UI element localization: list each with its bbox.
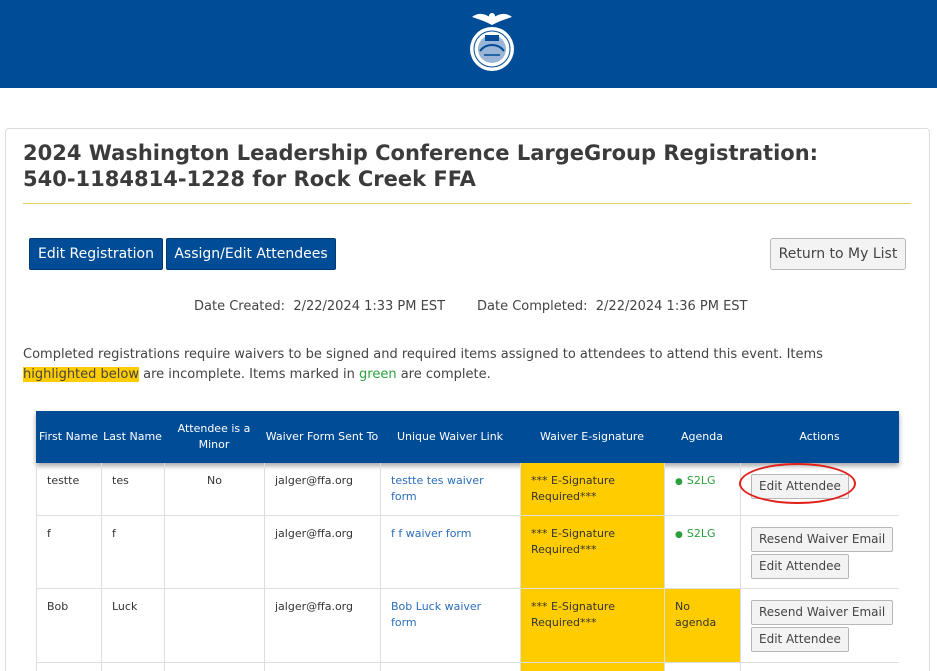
edit-attendee-button[interactable]: Edit Attendee xyxy=(751,474,849,499)
header-banner xyxy=(0,0,937,88)
return-to-list-button[interactable]: Return to My List xyxy=(770,238,906,270)
column-header-minor: Attendee is a Minor xyxy=(177,422,251,451)
cell-actions: Resend Waiver Email Edit Attendee xyxy=(740,516,899,588)
date-created-label: Date Created: xyxy=(194,299,286,314)
cell-minor xyxy=(164,663,264,671)
highlight-legend: highlighted below xyxy=(23,367,139,382)
column-header-esignature: Waiver E-signature xyxy=(539,430,644,443)
cell-agenda: No agenda xyxy=(664,589,740,662)
edit-registration-button[interactable]: Edit Registration xyxy=(29,238,163,270)
page-title: 2024 Washington Leadership Conference La… xyxy=(23,141,819,191)
assign-edit-attendees-button[interactable]: Assign/Edit Attendees xyxy=(166,238,336,270)
edit-attendee-button[interactable]: Edit Attendee xyxy=(751,627,849,652)
cell-first-name: testte xyxy=(36,463,101,515)
cell-esignature-status: *** E-Signature Required*** xyxy=(520,589,664,662)
cell-actions: Resend Waiver Email Edit Attendee xyxy=(740,589,899,662)
title-divider xyxy=(23,203,911,204)
cell-last-name: tes xyxy=(101,463,164,515)
completion-notice: Completed registrations require waivers … xyxy=(23,347,823,382)
green-legend: green xyxy=(359,367,397,382)
cell-agenda xyxy=(664,663,740,671)
cell-esignature-status xyxy=(520,663,664,671)
column-header-first-name: First Name xyxy=(38,430,99,443)
cell-first-name: Bob xyxy=(36,589,101,662)
cell-waiver-sent-to: jalger@ffa.org xyxy=(264,516,380,588)
resend-waiver-email-button[interactable]: Resend Waiver Email xyxy=(751,527,894,552)
cell-waiver-sent-to: jalger@ffa.org xyxy=(264,589,380,662)
ffa-emblem-icon xyxy=(470,13,514,71)
agenda-item: ● S2LG xyxy=(675,527,716,540)
cell-agenda: ● S2LG xyxy=(664,463,740,515)
column-header-waiver-sent-to: Waiver Form Sent To xyxy=(265,430,379,443)
cell-waiver-sent-to xyxy=(264,663,380,671)
date-created-value: 2/22/2024 1:33 PM EST xyxy=(293,299,446,314)
cell-last-name: f xyxy=(101,516,164,588)
cell-waiver-sent-to: jalger@ffa.org xyxy=(264,463,380,515)
attendee-table-header: First Name Last Name Attendee is a Minor… xyxy=(36,411,899,463)
table-row: f f jalger@ffa.org f f waiver form *** E… xyxy=(36,516,899,589)
cell-esignature-status: *** E-Signature Required*** xyxy=(520,516,664,588)
cell-esignature-status: *** E-Signature Required*** xyxy=(520,463,664,515)
waiver-form-link[interactable]: f f waiver form xyxy=(380,516,520,588)
table-row xyxy=(36,663,899,671)
table-row: testte tes No jalger@ffa.org testte tes … xyxy=(36,463,899,516)
cell-actions: Edit Attendee xyxy=(740,463,899,515)
cell-minor xyxy=(164,516,264,588)
date-completed-value: 2/22/2024 1:36 PM EST xyxy=(595,299,748,314)
edit-attendee-button[interactable]: Edit Attendee xyxy=(751,554,849,579)
agenda-item: ● S2LG xyxy=(675,474,716,487)
cell-minor xyxy=(164,589,264,662)
cell-first-name xyxy=(36,663,101,671)
date-completed-label: Date Completed: xyxy=(477,299,588,314)
date-completed: Date Completed: 2/22/2024 1:36 PM EST xyxy=(477,299,747,314)
column-header-waiver-link: Unique Waiver Link xyxy=(396,430,504,443)
waiver-form-link xyxy=(380,663,520,671)
resend-waiver-email-button[interactable]: Resend Waiver Email xyxy=(751,600,894,625)
cell-actions xyxy=(740,663,899,671)
table-row: Bob Luck jalger@ffa.org Bob Luck waiver … xyxy=(36,589,899,663)
waiver-form-link[interactable]: Bob Luck waiver form xyxy=(380,589,520,662)
cell-last-name xyxy=(101,663,164,671)
column-header-agenda: Agenda xyxy=(681,430,723,443)
column-header-actions: Actions xyxy=(799,430,840,443)
cell-minor: No xyxy=(164,463,264,515)
cell-last-name: Luck xyxy=(101,589,164,662)
date-created: Date Created: 2/22/2024 1:33 PM EST xyxy=(194,299,445,314)
column-header-last-name: Last Name xyxy=(103,430,162,443)
cell-agenda: ● S2LG xyxy=(664,516,740,588)
waiver-form-link[interactable]: testte tes waiver form xyxy=(380,463,520,515)
cell-first-name: f xyxy=(36,516,101,588)
